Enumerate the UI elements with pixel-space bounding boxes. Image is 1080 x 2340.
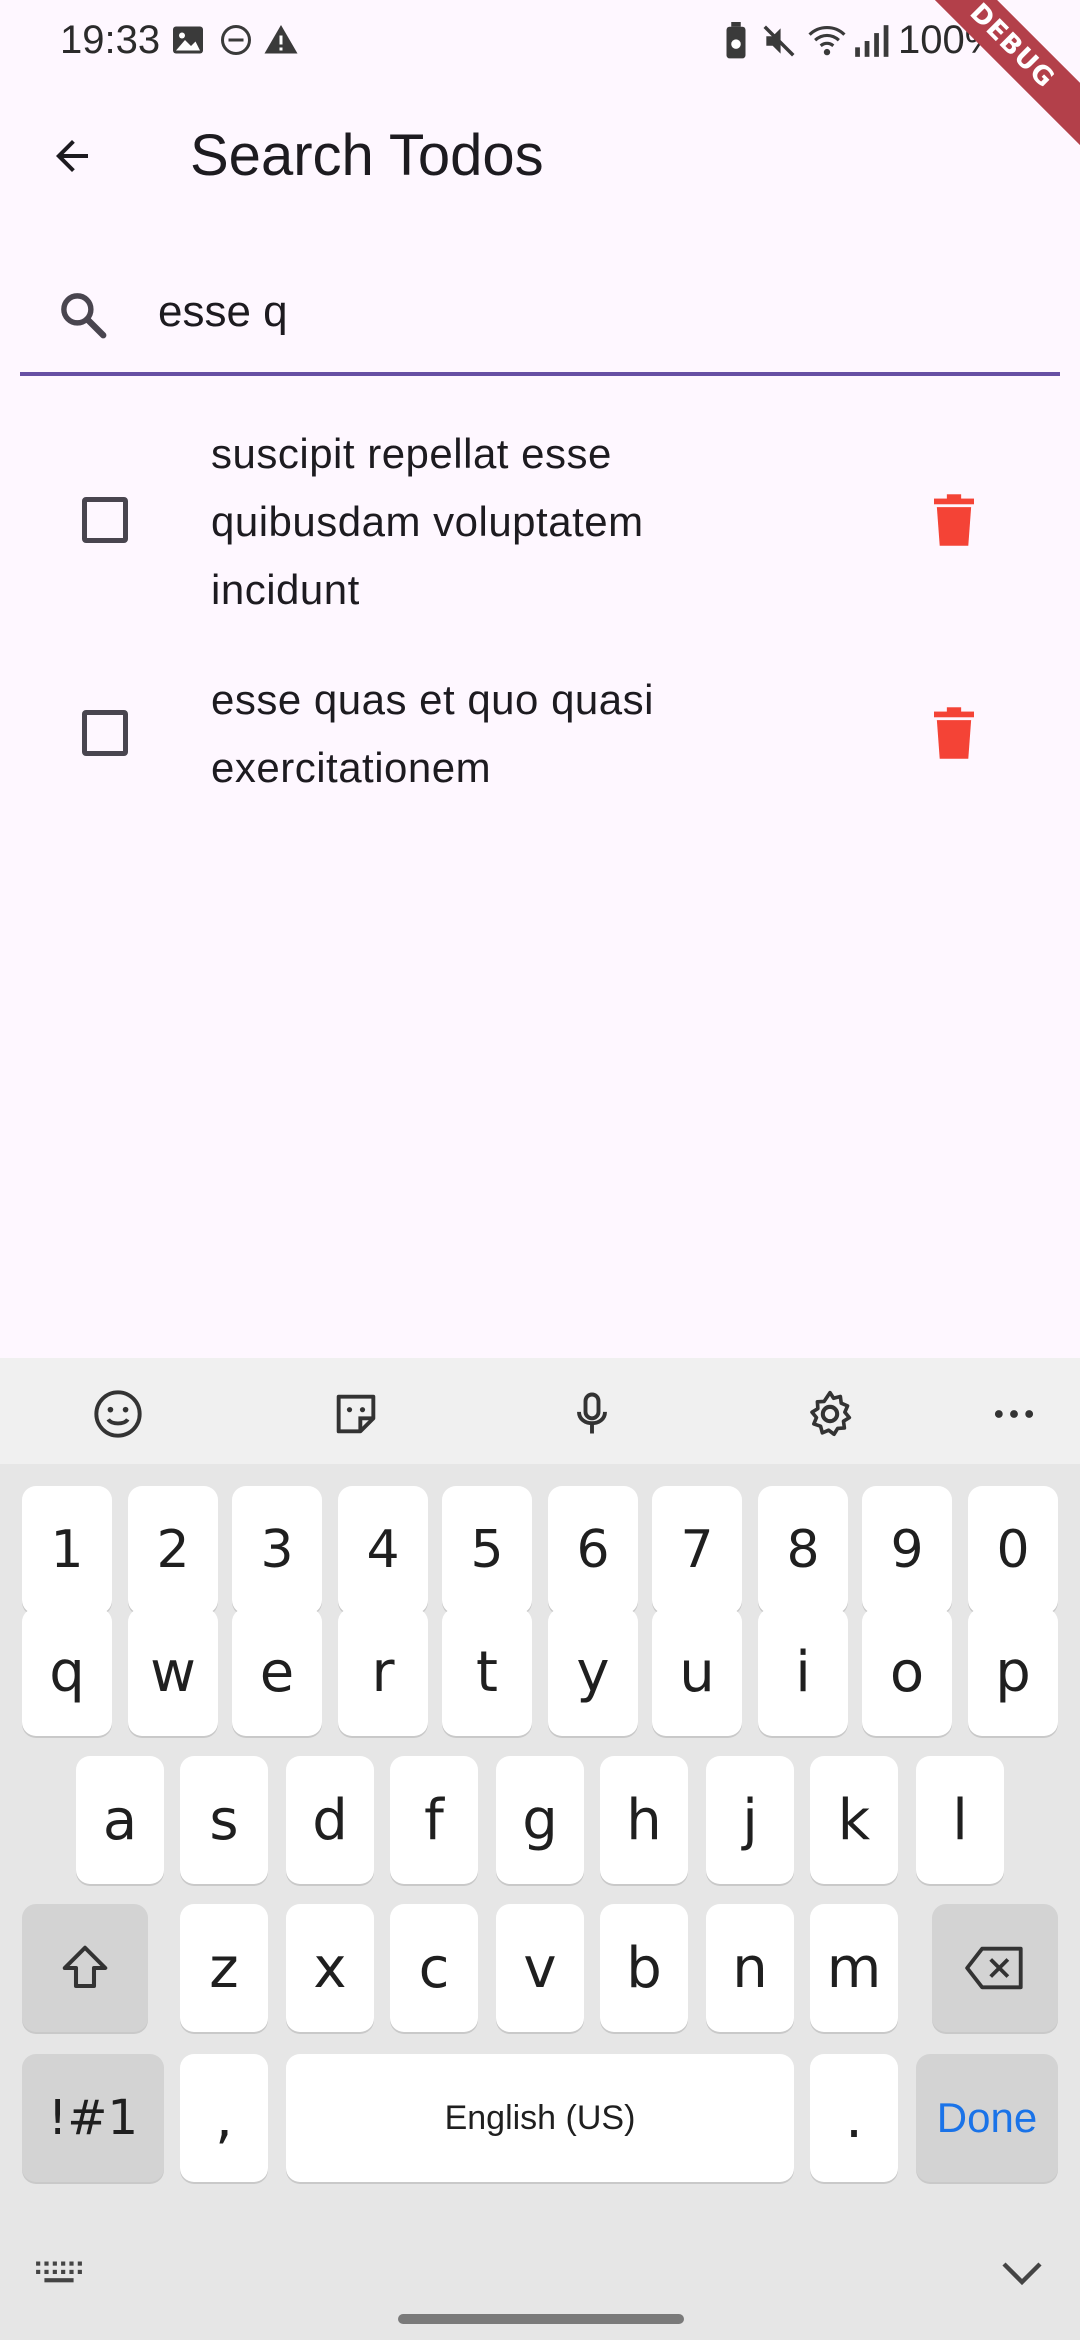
gallery-notification-icon	[173, 26, 203, 54]
key-u[interactable]: u	[652, 1608, 742, 1736]
symbols-key[interactable]: !#1	[22, 2054, 164, 2182]
key-z[interactable]: z	[180, 1904, 268, 2032]
list-item[interactable]: suscipit repellat esse quibusdam volupta…	[0, 400, 1080, 640]
delete-button[interactable]	[924, 488, 984, 552]
key-j[interactable]: j	[706, 1756, 794, 1884]
chevron-down-icon[interactable]	[998, 2256, 1046, 2292]
key-y[interactable]: y	[548, 1608, 638, 1736]
key-h[interactable]: h	[600, 1756, 688, 1884]
home-indicator[interactable]	[398, 2314, 684, 2324]
key-p[interactable]: p	[968, 1608, 1058, 1736]
key-4[interactable]: 4	[338, 1486, 428, 1614]
mute-icon	[763, 25, 795, 57]
shift-icon	[62, 1945, 108, 1989]
more-icon	[994, 1410, 1034, 1418]
key-v[interactable]: v	[496, 1904, 584, 2032]
key-2[interactable]: 2	[128, 1486, 218, 1614]
search-input[interactable]	[158, 280, 1018, 344]
sticker-icon	[336, 1394, 376, 1434]
keyboard-toolbar	[0, 1358, 1080, 1464]
battery-saver-icon	[726, 22, 746, 59]
key-r[interactable]: r	[338, 1608, 428, 1736]
todo-checkbox[interactable]	[82, 497, 128, 543]
status-time: 19:33	[60, 18, 161, 62]
status-bar: 19:33 100% DEBUG	[0, 0, 1080, 147]
settings-icon	[810, 1390, 852, 1437]
back-button[interactable]	[38, 122, 106, 190]
sticker-button[interactable]	[326, 1384, 386, 1444]
key-k[interactable]: k	[810, 1756, 898, 1884]
key-3[interactable]: 3	[232, 1486, 322, 1614]
done-key[interactable]: Done	[916, 2054, 1058, 2182]
key-0[interactable]: 0	[968, 1486, 1058, 1614]
key-n[interactable]: n	[706, 1904, 794, 2032]
arrow-back-icon	[56, 140, 88, 172]
mic-icon	[577, 1392, 607, 1434]
backspace-key[interactable]	[932, 1904, 1058, 2032]
todo-text: esse quas et quo quasi exercitationem	[211, 676, 654, 791]
key-o[interactable]: o	[862, 1608, 952, 1736]
comma-key[interactable]: ,	[180, 2054, 268, 2182]
key-e[interactable]: e	[232, 1608, 322, 1736]
key-w[interactable]: w	[128, 1608, 218, 1736]
key-b[interactable]: b	[600, 1904, 688, 2032]
key-q[interactable]: q	[22, 1608, 112, 1736]
key-6[interactable]: 6	[548, 1486, 638, 1614]
key-m[interactable]: m	[810, 1904, 898, 2032]
search-field[interactable]	[20, 254, 1060, 376]
warning-icon	[264, 25, 298, 54]
list-item[interactable]: esse quas et quo quasi exercitationem	[0, 640, 1080, 810]
key-5[interactable]: 5	[442, 1486, 532, 1614]
space-key[interactable]: English (US)	[286, 2054, 794, 2182]
voice-input-button[interactable]	[562, 1384, 622, 1444]
search-icon	[61, 293, 107, 339]
signal-icon	[855, 25, 889, 57]
key-8[interactable]: 8	[758, 1486, 848, 1614]
key-d[interactable]: d	[286, 1756, 374, 1884]
todo-text: suscipit repellat esse quibusdam volupta…	[211, 430, 644, 613]
key-s[interactable]: s	[180, 1756, 268, 1884]
emoji-icon	[94, 1390, 142, 1438]
key-9[interactable]: 9	[862, 1486, 952, 1614]
more-options-button[interactable]	[984, 1384, 1044, 1444]
period-key[interactable]: .	[810, 2054, 898, 2182]
key-l[interactable]: l	[916, 1756, 1004, 1884]
keyboard-settings-button[interactable]	[800, 1384, 860, 1444]
page-title: Search Todos	[190, 123, 544, 188]
key-1[interactable]: 1	[22, 1486, 112, 1614]
delete-button[interactable]	[924, 701, 984, 765]
key-i[interactable]: i	[758, 1608, 848, 1736]
key-x[interactable]: x	[286, 1904, 374, 2032]
key-g[interactable]: g	[496, 1756, 584, 1884]
trash-icon	[934, 494, 974, 546]
shift-key[interactable]	[22, 1904, 148, 2032]
key-a[interactable]: a	[76, 1756, 164, 1884]
todo-list: suscipit repellat esse quibusdam volupta…	[0, 400, 1080, 810]
emoji-button[interactable]	[88, 1384, 148, 1444]
todo-checkbox[interactable]	[82, 710, 128, 756]
keyboard-switch-icon[interactable]	[34, 2254, 84, 2294]
key-t[interactable]: t	[442, 1608, 532, 1736]
do-not-disturb-icon	[221, 25, 251, 55]
key-c[interactable]: c	[390, 1904, 478, 2032]
backspace-icon	[965, 1946, 1023, 1990]
wifi-icon	[808, 25, 846, 56]
trash-icon	[934, 707, 974, 759]
app-bar: Search Todos	[0, 84, 1080, 228]
key-f[interactable]: f	[390, 1756, 478, 1884]
key-7[interactable]: 7	[652, 1486, 742, 1614]
